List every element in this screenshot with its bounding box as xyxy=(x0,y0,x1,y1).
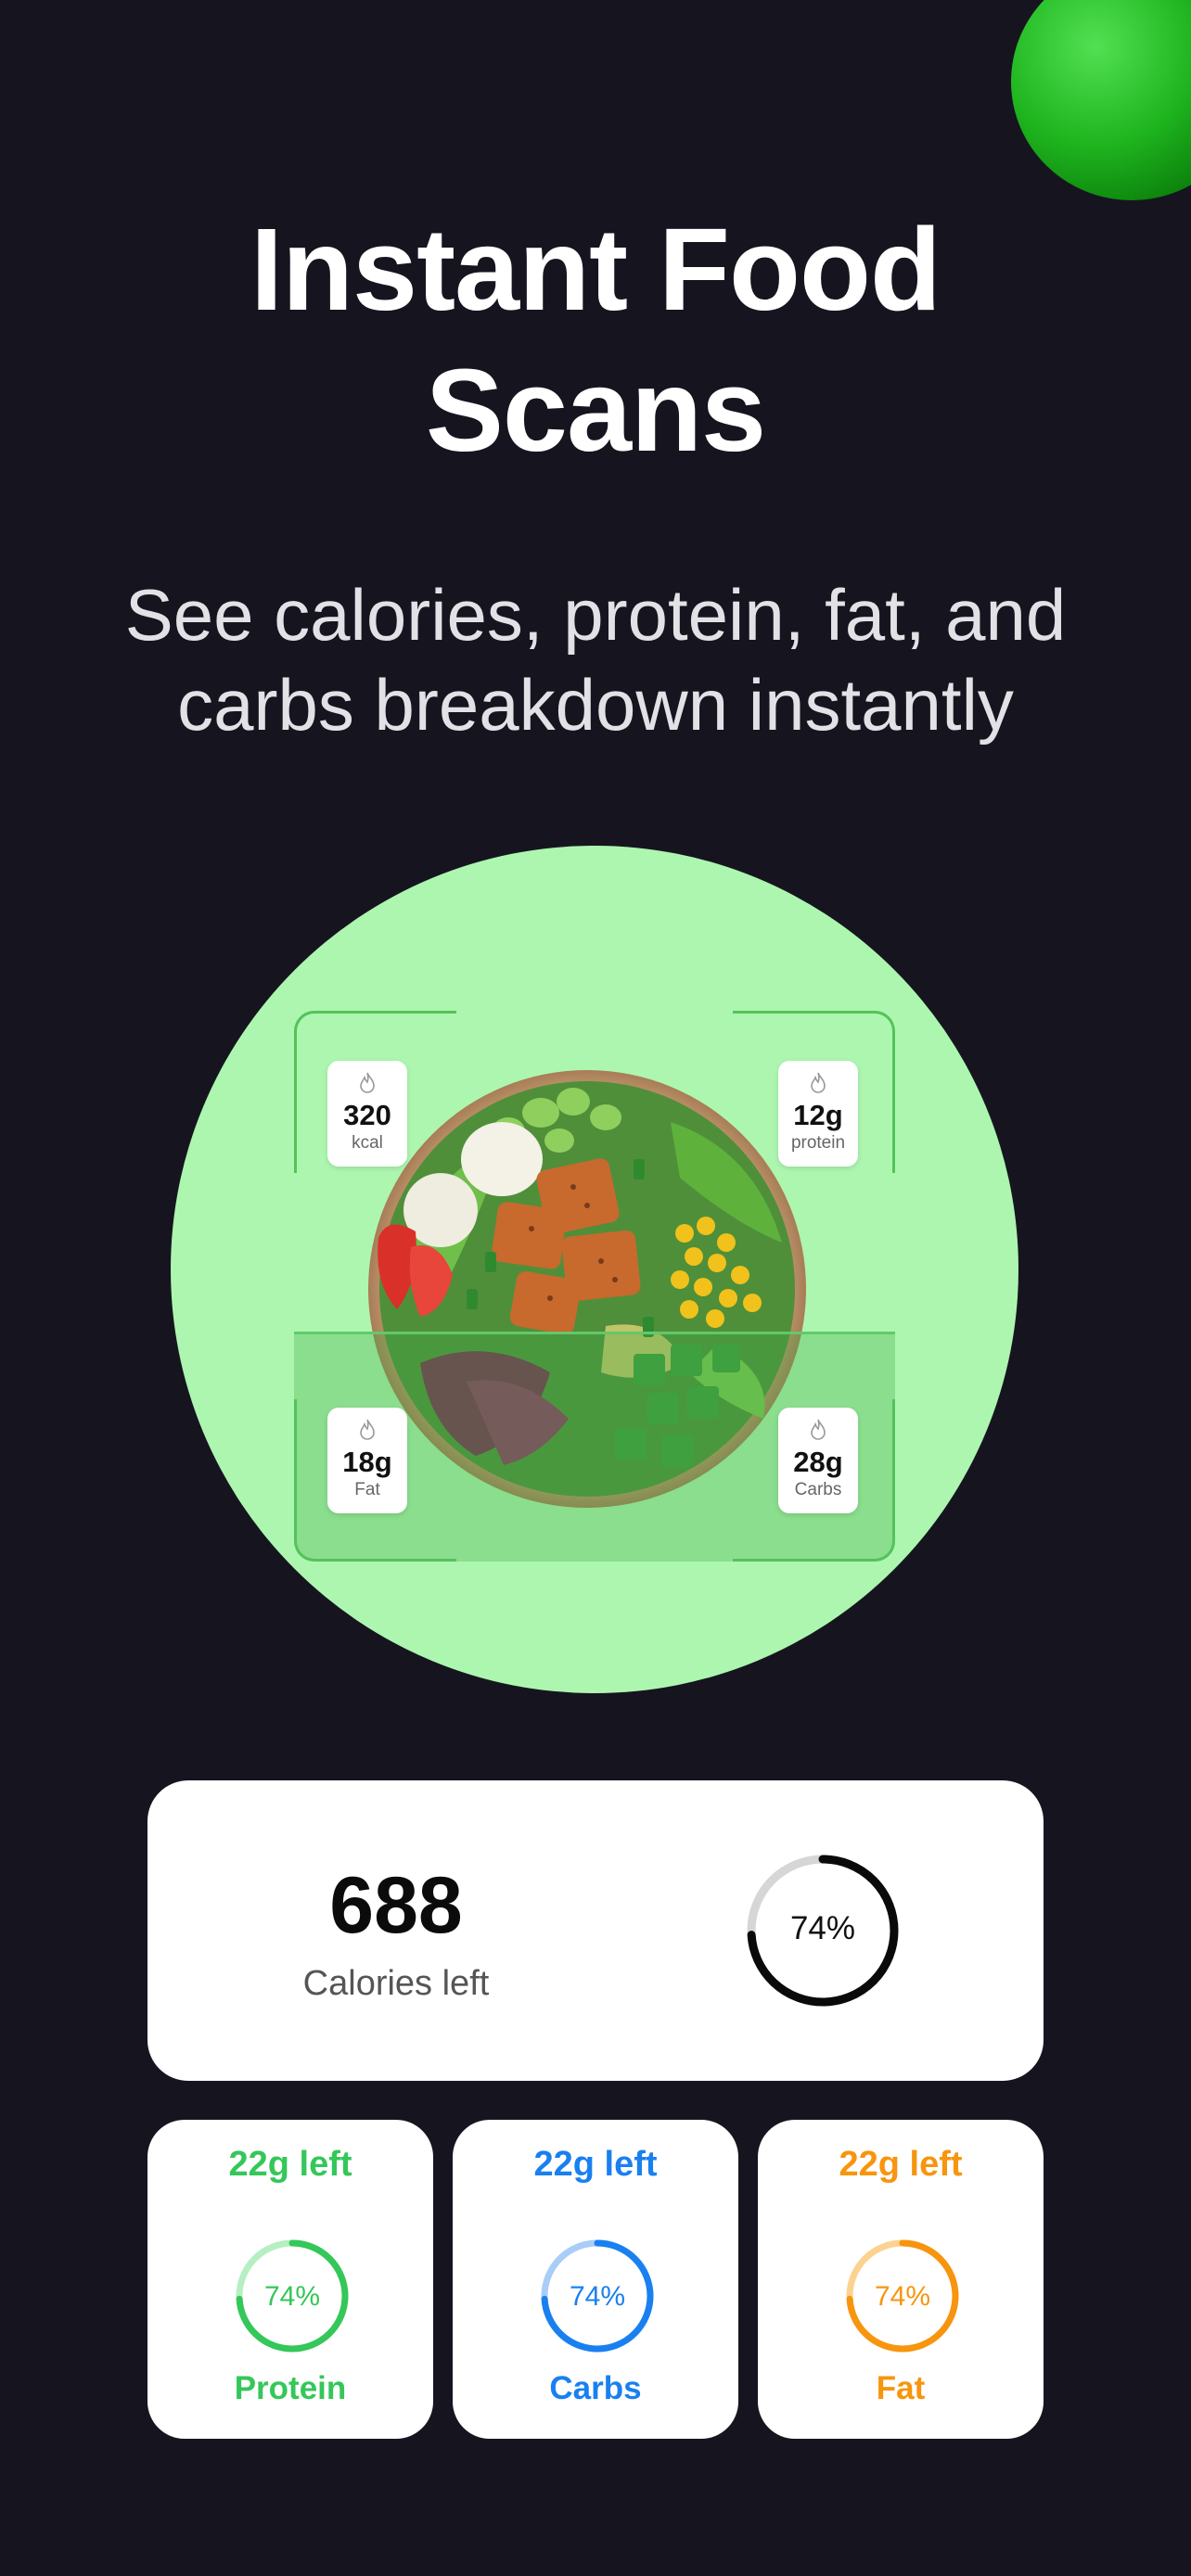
carbs-label: Carbs xyxy=(549,2370,642,2406)
flame-icon xyxy=(811,1419,826,1440)
chip-unit: kcal xyxy=(352,1133,383,1153)
protein-chip: 12g protein xyxy=(778,1061,858,1167)
title-line-2: Scans xyxy=(425,345,766,476)
carbs-left-value: 22g left xyxy=(533,2145,658,2184)
calories-left-card: 688 Calories left 74% xyxy=(147,1780,1044,2081)
carbs-card: 22g left 74% Carbs xyxy=(453,2120,738,2439)
title-line-1: Instant Food xyxy=(250,204,941,335)
chip-unit: protein xyxy=(790,1133,846,1153)
fat-progress-percent: 74% xyxy=(874,2281,931,2312)
flame-icon xyxy=(811,1072,826,1093)
protein-left-value: 22g left xyxy=(228,2145,352,2184)
chip-value: 28g xyxy=(793,1446,843,1478)
decorative-green-orb xyxy=(1011,0,1191,200)
fat-left-value: 22g left xyxy=(839,2145,963,2184)
carbs-chip: 28g Carbs xyxy=(778,1408,858,1513)
chip-unit: Carbs xyxy=(794,1480,842,1499)
carbs-progress-percent: 74% xyxy=(569,2281,626,2312)
page-title: Instant Food Scans xyxy=(0,199,1191,481)
subtitle-line-1: See calories, protein, fat, and xyxy=(124,574,1067,656)
calories-left-label: Calories left xyxy=(302,1964,490,2003)
protein-progress-percent: 74% xyxy=(263,2281,321,2312)
chip-value: 18g xyxy=(342,1446,392,1478)
chip-value: 12g xyxy=(793,1099,843,1131)
fat-card: 22g left 74% Fat xyxy=(758,2120,1044,2439)
flame-icon xyxy=(360,1419,375,1440)
page-subtitle: See calories, protein, fat, and carbs br… xyxy=(0,570,1191,750)
chip-value: 320 xyxy=(343,1099,391,1131)
calories-chip: 320 kcal xyxy=(327,1061,407,1167)
calories-progress-percent: 74% xyxy=(789,1910,856,1946)
calories-left-value: 688 xyxy=(329,1861,463,1950)
chip-unit: Fat xyxy=(354,1480,380,1499)
protein-label: Protein xyxy=(234,2370,347,2406)
fat-chip: 18g Fat xyxy=(327,1408,407,1513)
subtitle-line-2: carbs breakdown instantly xyxy=(177,664,1014,746)
fat-label: Fat xyxy=(876,2370,926,2406)
protein-card: 22g left 74% Protein xyxy=(147,2120,433,2439)
onboarding-screen: Instant Food Scans See calories, protein… xyxy=(0,0,1191,2576)
flame-icon xyxy=(360,1072,375,1093)
